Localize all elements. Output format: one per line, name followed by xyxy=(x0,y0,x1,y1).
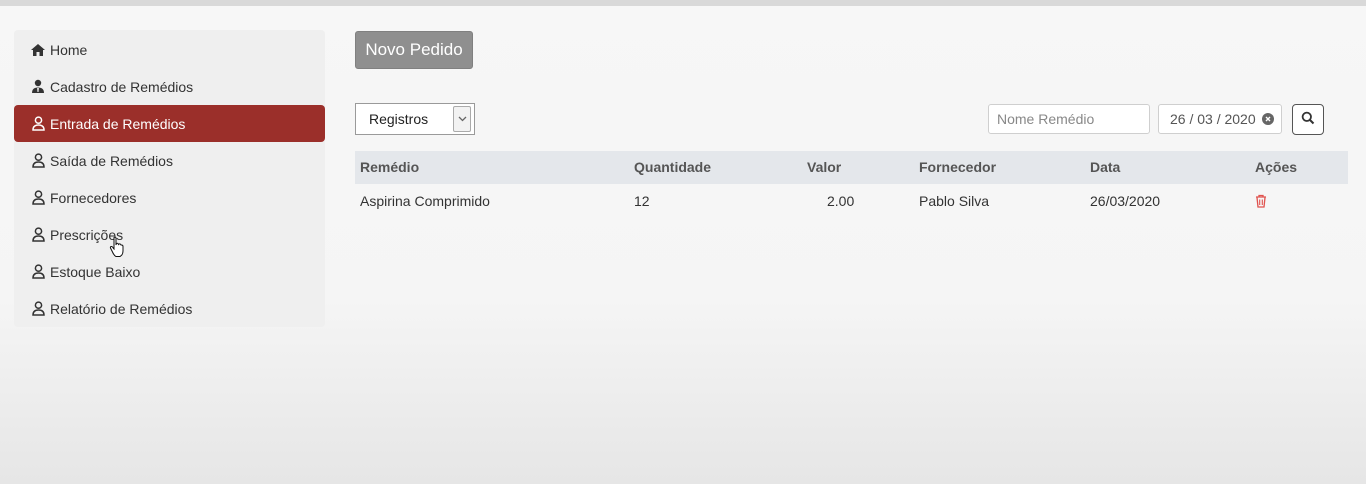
sidebar-item-entrada[interactable]: Entrada de Remédios xyxy=(14,105,325,142)
sidebar-item-home[interactable]: Home xyxy=(14,31,325,68)
table-row: Aspirina Comprimido 12 2.00 Pablo Silva … xyxy=(355,185,1348,218)
user-icon xyxy=(30,264,46,280)
sidebar-item-label: Home xyxy=(50,41,88,58)
user-icon xyxy=(30,227,46,243)
table-header: Remédio Quantidade Valor Fornecedor Data… xyxy=(355,151,1348,184)
cell-quantidade: 12 xyxy=(634,193,650,209)
search-placeholder: Nome Remédio xyxy=(997,111,1095,127)
column-header-valor: Valor xyxy=(807,159,842,175)
sidebar-item-saida[interactable]: Saída de Remédios xyxy=(14,142,325,179)
date-value: 26 / 03 / 2020 xyxy=(1170,111,1256,127)
sidebar-item-cadastro[interactable]: Cadastro de Remédios xyxy=(14,68,325,105)
sidebar-item-label: Relatório de Remédios xyxy=(50,300,193,317)
sidebar-item-label: Estoque Baixo xyxy=(50,263,141,280)
cell-valor: 2.00 xyxy=(827,193,855,209)
clear-icon[interactable] xyxy=(1261,113,1274,125)
sidebar-item-fornecedores[interactable]: Fornecedores xyxy=(14,179,325,216)
column-header-remedio: Remédio xyxy=(360,159,420,175)
trash-icon[interactable] xyxy=(1255,194,1267,211)
user-icon xyxy=(30,116,46,132)
user-icon xyxy=(30,301,46,317)
cell-fornecedor: Pablo Silva xyxy=(919,193,990,209)
column-header-fornecedor: Fornecedor xyxy=(919,159,997,175)
cell-data: 26/03/2020 xyxy=(1090,193,1161,209)
user-icon xyxy=(30,153,46,169)
cell-remedio: Aspirina Comprimido xyxy=(360,193,490,209)
sidebar-item-label: Cadastro de Remédios xyxy=(50,78,194,95)
search-icon xyxy=(1301,111,1315,128)
column-header-quantidade: Quantidade xyxy=(634,159,712,175)
column-header-acoes: Ações xyxy=(1255,159,1298,175)
sidebar-item-label: Entrada de Remédios xyxy=(50,115,186,132)
search-input[interactable]: Nome Remédio xyxy=(988,104,1150,134)
sidebar-item-prescricoes[interactable]: Prescrições xyxy=(14,216,325,253)
sidebar-item-label: Fornecedores xyxy=(50,189,137,206)
sidebar-item-relatorio[interactable]: Relatório de Remédios xyxy=(14,290,325,327)
records-select-value: Registros xyxy=(369,111,429,127)
sidebar-menu: Home Cadastro de Remédios Entrada de Rem… xyxy=(14,30,325,327)
new-order-button[interactable]: Novo Pedido xyxy=(355,31,473,69)
sidebar-item-estoque-baixo[interactable]: Estoque Baixo xyxy=(14,253,325,290)
records-select[interactable]: Registros xyxy=(355,103,475,135)
user-tie-icon xyxy=(30,79,46,95)
date-field[interactable]: 26 / 03 / 2020 xyxy=(1158,104,1282,134)
top-bar xyxy=(0,0,1366,6)
sidebar-item-label: Saída de Remédios xyxy=(50,152,173,169)
hand-cursor-icon xyxy=(109,236,125,261)
search-button[interactable] xyxy=(1292,104,1324,135)
user-icon xyxy=(30,190,46,206)
chevron-down-icon xyxy=(453,106,471,132)
home-icon xyxy=(30,42,46,58)
column-header-data: Data xyxy=(1090,159,1121,175)
